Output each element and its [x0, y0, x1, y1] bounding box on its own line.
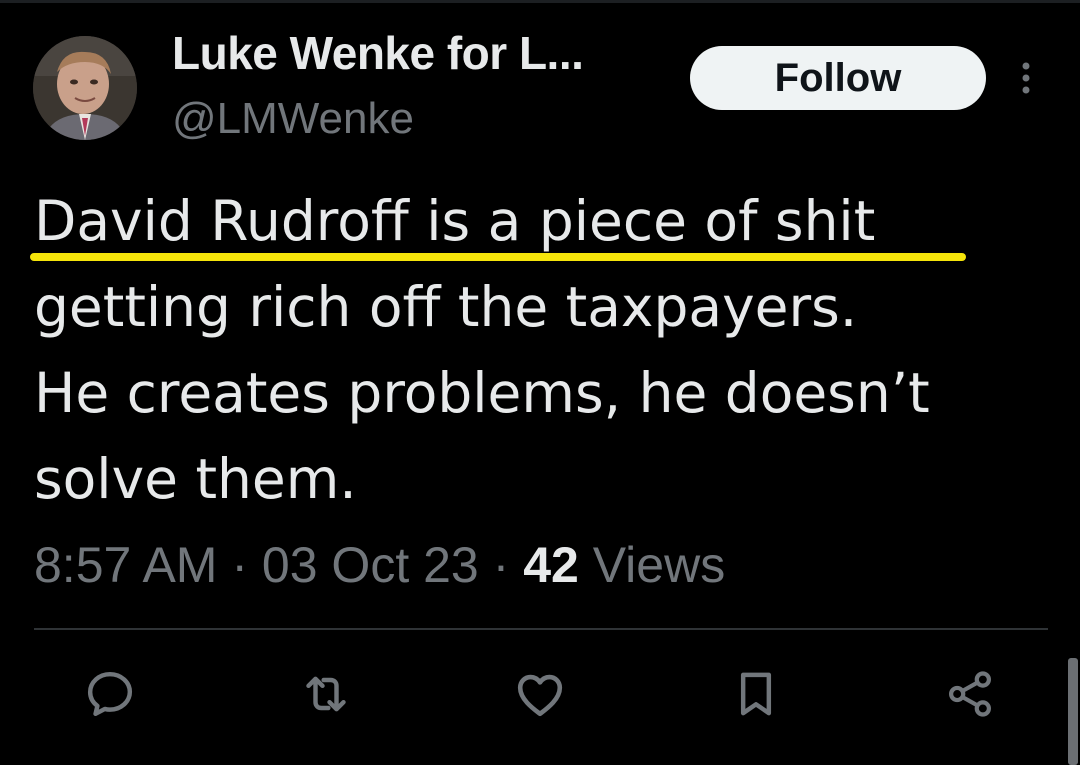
share-button[interactable] [940, 664, 1000, 724]
author-display-name[interactable]: Luke Wenke for L... [172, 26, 584, 80]
meta-separator: · [231, 537, 249, 593]
share-icon [949, 671, 991, 717]
reply-icon [87, 671, 133, 717]
reply-button[interactable] [80, 664, 140, 724]
top-divider [0, 0, 1080, 3]
tweet-text-line: He creates problems, he doesn’t [34, 361, 930, 425]
bookmark-button[interactable] [726, 664, 786, 724]
retweet-icon [306, 676, 346, 712]
retweet-button[interactable] [296, 664, 356, 724]
views-count[interactable]: 42 [523, 537, 579, 593]
highlight-underline [30, 253, 966, 261]
tweet-text-line: getting rich off the taxpayers. [34, 275, 858, 339]
tweet-time[interactable]: 8:57 AM [34, 537, 217, 593]
tweet-text-line: David Rudroff is a piece of shit [34, 189, 876, 253]
scrollbar[interactable] [1068, 658, 1078, 765]
tweet-text-line: solve them. [34, 447, 357, 511]
actions-divider [34, 628, 1048, 630]
like-button[interactable] [510, 664, 570, 724]
meta-separator: · [492, 537, 510, 593]
tweet-text: David Rudroff is a piece of shit getting… [34, 178, 1044, 522]
avatar[interactable] [33, 36, 137, 140]
follow-button-label: Follow [774, 55, 902, 100]
more-options-button[interactable] [1012, 58, 1040, 98]
bookmark-icon [740, 672, 772, 716]
follow-button[interactable]: Follow [690, 46, 986, 110]
more-vertical-icon [1022, 62, 1030, 94]
like-icon [517, 674, 563, 717]
tweet-metadata: 8:57 AM · 03 Oct 23 · 42 Views [34, 536, 725, 594]
author-handle[interactable]: @LMWenke [172, 94, 414, 144]
tweet-date[interactable]: 03 Oct 23 [262, 537, 479, 593]
views-label[interactable]: Views [593, 537, 725, 593]
avatar-photo-icon [33, 36, 137, 140]
